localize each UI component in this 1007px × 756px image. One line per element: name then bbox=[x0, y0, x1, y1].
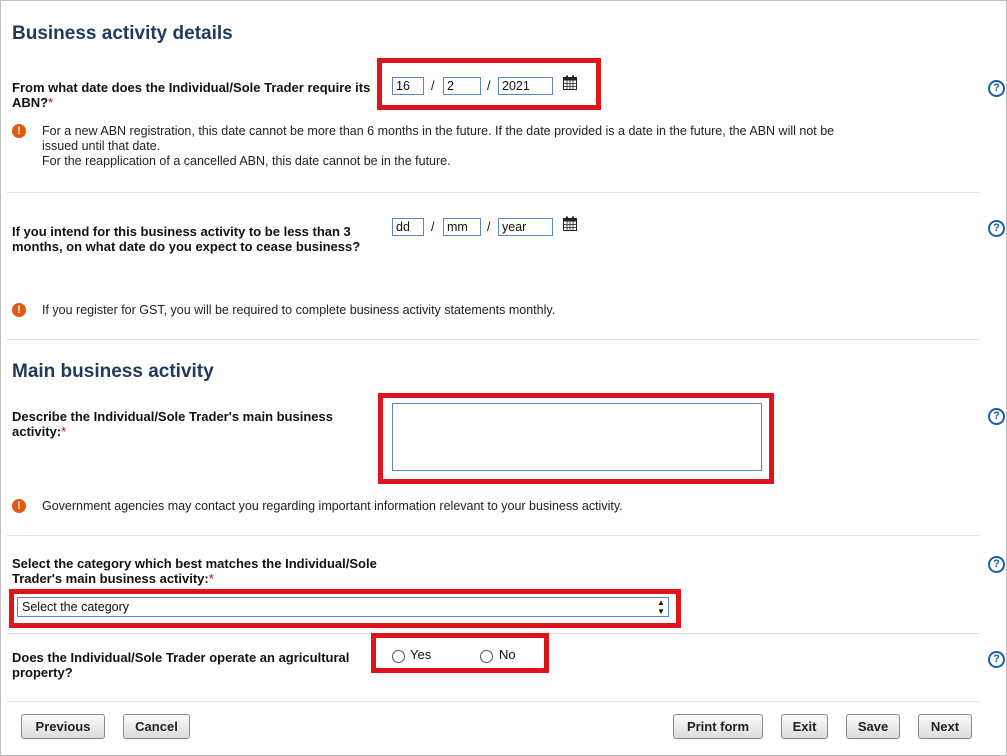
help-icon[interactable]: ? bbox=[988, 651, 1005, 668]
date-separator: / bbox=[487, 79, 491, 93]
agricultural-yes-label[interactable]: Yes bbox=[410, 647, 431, 662]
category-select[interactable]: Select the category ▲▼ bbox=[17, 597, 669, 617]
print-form-button[interactable]: Print form bbox=[673, 714, 763, 739]
abn-date-year-input[interactable] bbox=[498, 77, 553, 95]
describe-activity-textarea[interactable] bbox=[392, 403, 762, 471]
divider bbox=[7, 701, 980, 702]
required-mark: * bbox=[208, 571, 214, 586]
help-icon[interactable]: ? bbox=[988, 556, 1005, 573]
agency-contact-info: Government agencies may contact you rega… bbox=[42, 499, 623, 513]
cancel-button[interactable]: Cancel bbox=[123, 714, 190, 739]
agricultural-no-radio[interactable] bbox=[480, 650, 493, 663]
warning-icon: ! bbox=[12, 124, 26, 138]
cease-date-month-input[interactable] bbox=[443, 218, 481, 236]
info-line: For a new ABN registration, this date ca… bbox=[42, 124, 835, 138]
help-icon[interactable]: ? bbox=[988, 80, 1005, 97]
help-icon[interactable]: ? bbox=[988, 220, 1005, 237]
required-mark: * bbox=[61, 424, 67, 439]
category-label-text: Select the category which best matches t… bbox=[12, 556, 377, 586]
previous-button[interactable]: Previous bbox=[21, 714, 105, 739]
info-line: For the reapplication of a cancelled ABN… bbox=[42, 154, 451, 168]
info-line: issued until that date. bbox=[42, 139, 161, 153]
cease-date-year-input[interactable] bbox=[498, 218, 553, 236]
abn-date-label: From what date does the Individual/Sole … bbox=[12, 80, 377, 110]
divider bbox=[7, 192, 980, 193]
date-separator: / bbox=[431, 220, 435, 234]
agricultural-label: Does the Individual/Sole Trader operate … bbox=[12, 650, 350, 680]
calendar-icon[interactable] bbox=[563, 75, 577, 90]
gst-info: If you register for GST, you will be req… bbox=[42, 303, 556, 317]
cease-date-day-input[interactable] bbox=[392, 218, 424, 236]
date-separator: / bbox=[487, 220, 491, 234]
cease-date-label: If you intend for this business activity… bbox=[12, 224, 361, 254]
category-label: Select the category which best matches t… bbox=[12, 556, 384, 586]
abn-date-month-input[interactable] bbox=[443, 77, 481, 95]
required-mark: * bbox=[48, 95, 54, 110]
abn-date-info: For a new ABN registration, this date ca… bbox=[42, 124, 972, 169]
agricultural-no-label[interactable]: No bbox=[499, 647, 516, 662]
save-button[interactable]: Save bbox=[846, 714, 900, 739]
abn-date-day-input[interactable] bbox=[392, 77, 424, 95]
describe-activity-label: Describe the Individual/Sole Trader's ma… bbox=[12, 409, 384, 439]
abn-date-label-text: From what date does the Individual/Sole … bbox=[12, 80, 371, 110]
section-title-business-activity-details: Business activity details bbox=[12, 23, 233, 44]
category-select-value: Select the category bbox=[22, 600, 130, 614]
exit-button[interactable]: Exit bbox=[781, 714, 828, 739]
section-title-main-business-activity: Main business activity bbox=[12, 361, 214, 382]
select-arrows-icon: ▲▼ bbox=[657, 598, 665, 616]
warning-icon: ! bbox=[12, 303, 26, 317]
divider bbox=[7, 535, 980, 536]
divider bbox=[7, 339, 980, 340]
date-separator: / bbox=[431, 79, 435, 93]
warning-icon: ! bbox=[12, 499, 26, 513]
calendar-icon[interactable] bbox=[563, 216, 577, 231]
next-button[interactable]: Next bbox=[918, 714, 972, 739]
agricultural-yes-radio[interactable] bbox=[392, 650, 405, 663]
help-icon[interactable]: ? bbox=[988, 408, 1005, 425]
